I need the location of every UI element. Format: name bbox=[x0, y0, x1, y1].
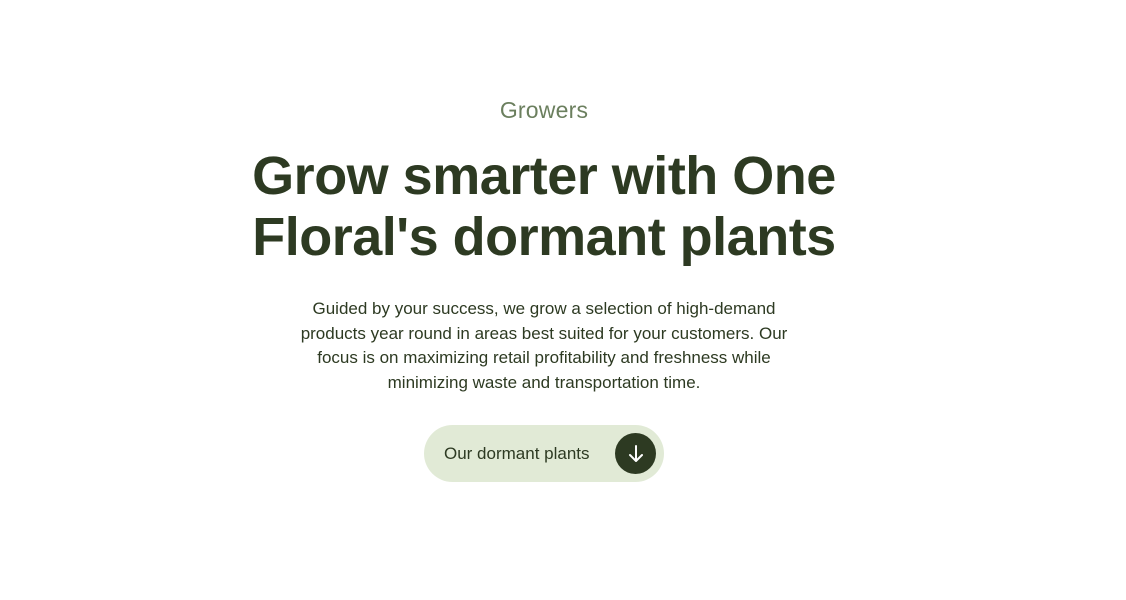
dormant-plants-button[interactable]: Our dormant plants bbox=[424, 425, 664, 482]
hero-description: Guided by your success, we grow a select… bbox=[300, 299, 788, 392]
eyebrow-label: Growers bbox=[499, 97, 589, 123]
hero-headline: Grow smarter with One Floral's dormant p… bbox=[252, 146, 836, 267]
hero-section: Growers Grow smarter with One Floral's d… bbox=[0, 0, 1126, 600]
arrow-down-icon bbox=[615, 433, 656, 474]
arrow-down-icon-svg bbox=[628, 444, 643, 462]
dormant-plants-button-label: Our dormant plants bbox=[444, 443, 590, 463]
